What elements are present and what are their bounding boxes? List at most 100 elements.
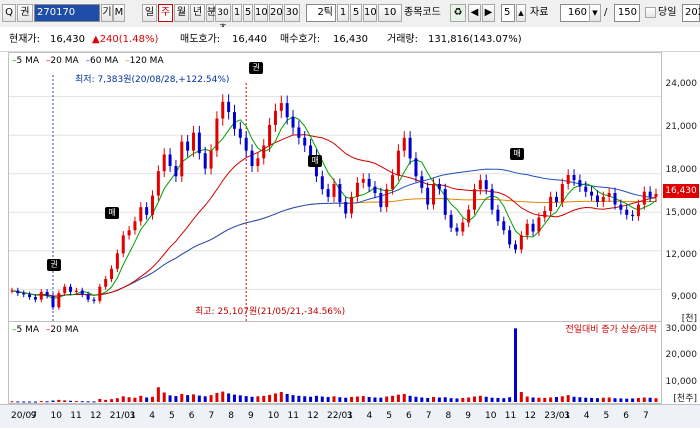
volume-bar bbox=[268, 394, 272, 402]
candle-body bbox=[502, 221, 506, 231]
price-tick: 15,000 bbox=[665, 208, 698, 218]
candle-body bbox=[554, 196, 558, 202]
date-tick: 4 bbox=[583, 411, 590, 421]
candle-body bbox=[191, 132, 195, 151]
minute-30s[interactable]: 30초 bbox=[215, 4, 231, 34]
price-chart-panel[interactable]: –5 MA –20 MA –60 MA –120 MA 최저: 7,383원(2… bbox=[8, 52, 662, 322]
candle-body bbox=[350, 196, 354, 214]
tick-1[interactable]: 1 bbox=[337, 4, 349, 22]
chevron-down-icon[interactable]: ▼ bbox=[589, 4, 601, 22]
candle-body bbox=[238, 128, 242, 138]
stock-code-input[interactable]: 270170 bbox=[34, 4, 100, 22]
tick-10b[interactable]: 10 bbox=[378, 4, 402, 22]
period-tab-month[interactable]: 월 bbox=[174, 4, 189, 22]
volume-bar bbox=[513, 328, 517, 402]
volume-bar bbox=[402, 393, 406, 402]
date-tick: 6 bbox=[406, 411, 412, 421]
volume-bar bbox=[414, 396, 418, 402]
refresh-icon[interactable]: ♻ bbox=[450, 4, 466, 22]
marker-buy-1[interactable]: 매 bbox=[105, 207, 119, 219]
volume-bar bbox=[490, 397, 494, 402]
volume-bar bbox=[180, 393, 184, 402]
date-tick: 3 bbox=[564, 411, 570, 421]
date-tick: 10 bbox=[485, 411, 497, 421]
prev-icon[interactable]: ◀ bbox=[468, 4, 481, 22]
volume-bar bbox=[326, 397, 330, 402]
vol-legend-ma5: 5 MA bbox=[16, 325, 40, 335]
minute-30[interactable]: 30 bbox=[284, 4, 300, 22]
date-tick: 11 bbox=[70, 411, 82, 421]
volume-bar bbox=[221, 391, 225, 402]
date-tick: 11 bbox=[504, 411, 517, 421]
candle-body bbox=[355, 182, 359, 197]
minute-10[interactable]: 10 bbox=[254, 4, 268, 22]
search-icon[interactable]: Q bbox=[2, 4, 16, 22]
candle-body bbox=[156, 171, 160, 196]
minute-5[interactable]: 5 bbox=[243, 4, 253, 22]
price-axis: 24,000 21,000 18,000 15,000 12,000 9,000… bbox=[662, 52, 700, 404]
period-tab-day[interactable]: 일 bbox=[142, 4, 157, 22]
candle-body bbox=[426, 187, 430, 205]
candle-body bbox=[186, 141, 190, 151]
m-button[interactable]: M bbox=[113, 4, 125, 22]
candle-body bbox=[244, 137, 248, 151]
tick-input[interactable]: 2틱 bbox=[306, 4, 336, 22]
volume-bar bbox=[543, 397, 547, 402]
total-count-input[interactable]: 150 bbox=[614, 4, 640, 22]
ask-value: 16,440 bbox=[232, 34, 267, 45]
volume-bar bbox=[297, 395, 301, 402]
volume-bar bbox=[33, 401, 37, 403]
next-icon[interactable]: ▶ bbox=[482, 4, 495, 22]
candle-body bbox=[654, 193, 658, 197]
volume-bar bbox=[39, 401, 43, 403]
candle-body bbox=[566, 175, 570, 185]
candle-body bbox=[560, 184, 564, 202]
volume-chart[interactable] bbox=[9, 322, 661, 404]
candle-body bbox=[367, 178, 371, 187]
candle-body bbox=[16, 290, 20, 294]
volume-bar bbox=[162, 392, 166, 402]
marker-buy-2[interactable]: 매 bbox=[308, 155, 322, 167]
tick-10[interactable]: 10 bbox=[363, 4, 377, 22]
search-type-button[interactable]: 권 bbox=[17, 4, 33, 22]
candle-body bbox=[443, 189, 447, 215]
candle-body bbox=[203, 153, 207, 169]
volume-chart-panel[interactable]: –5 MA –20 MA 전일대비 증가 상승/하락 bbox=[8, 322, 662, 404]
volume-bar bbox=[625, 398, 629, 402]
candle-body bbox=[80, 290, 84, 295]
volume-bar bbox=[437, 397, 441, 402]
volume-bar bbox=[484, 396, 488, 402]
today-checkbox[interactable] bbox=[645, 7, 656, 18]
tick-5[interactable]: 5 bbox=[350, 4, 362, 22]
date-tick: 3 bbox=[129, 411, 136, 421]
minute-20[interactable]: 20 bbox=[269, 4, 283, 22]
stock-name-button[interactable]: 기 bbox=[101, 4, 113, 22]
marker-right-2[interactable]: 권 bbox=[47, 259, 61, 271]
data-count-select[interactable]: 160 bbox=[560, 4, 590, 22]
date-tick: 6 bbox=[623, 411, 629, 421]
volume-bar bbox=[197, 395, 201, 402]
year-input[interactable]: 202 bbox=[682, 4, 700, 22]
candle-body bbox=[525, 223, 529, 236]
marker-buy-3[interactable]: 매 bbox=[510, 148, 524, 160]
minute-1[interactable]: 1 bbox=[232, 4, 242, 22]
date-tick: 11 bbox=[287, 411, 299, 421]
step-spinner-icon[interactable]: ▲ bbox=[516, 4, 526, 22]
marker-right-1[interactable]: 권 bbox=[249, 62, 263, 74]
price-tick: 21,000 bbox=[665, 122, 698, 132]
period-tab-year[interactable]: 년 bbox=[190, 4, 205, 22]
price-chart[interactable] bbox=[9, 53, 661, 321]
step-input[interactable]: 5 bbox=[501, 4, 515, 22]
volume-bar bbox=[203, 396, 207, 402]
candle-body bbox=[262, 145, 266, 159]
candle-body bbox=[537, 217, 541, 232]
candle-body bbox=[33, 297, 37, 300]
candle-body bbox=[57, 293, 61, 308]
candle-body bbox=[402, 137, 406, 151]
candle-body bbox=[373, 186, 377, 193]
period-tab-minute[interactable]: 분 bbox=[206, 4, 216, 22]
volume-bar bbox=[385, 396, 389, 402]
period-tab-week[interactable]: 주 bbox=[158, 4, 173, 22]
candle-body bbox=[232, 112, 236, 129]
volume-bar bbox=[519, 392, 523, 402]
